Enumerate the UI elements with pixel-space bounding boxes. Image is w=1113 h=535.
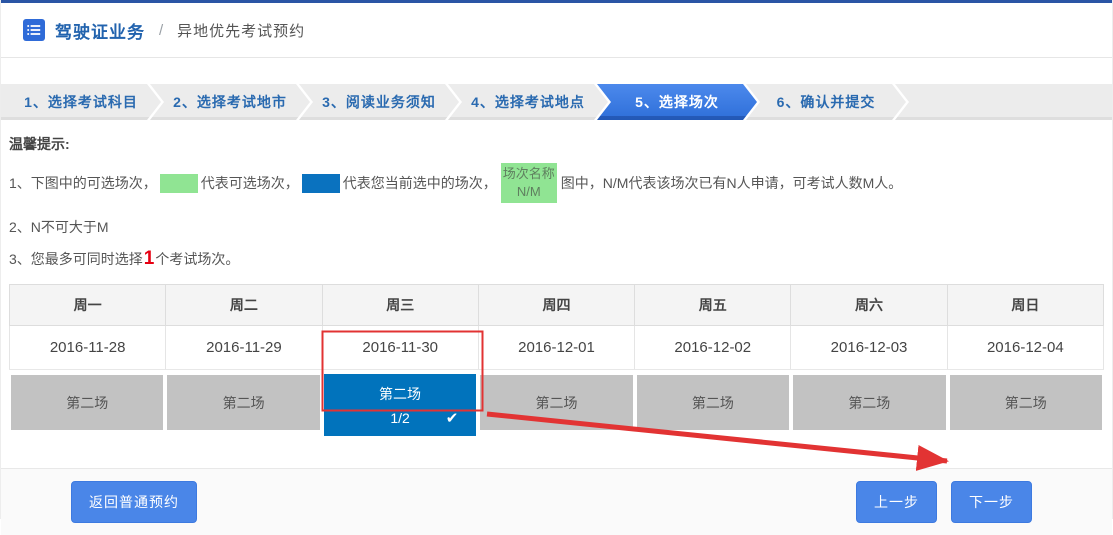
tip-line-2: 2、N不可大于M: [9, 217, 1104, 237]
step-tab-1[interactable]: 1、选择考试科目: [1, 84, 161, 120]
max-sessions-number: 1: [143, 248, 156, 269]
tip1-text-d: 图中，N/M代表该场次已有N人申请，可考试人数M人。: [561, 173, 902, 193]
step-tab-3[interactable]: 3、阅读业务须知: [299, 84, 459, 120]
legend-box-name: 场次名称: [503, 165, 555, 183]
session-block[interactable]: 第二场: [950, 375, 1102, 430]
session-block[interactable]: 第二场: [11, 375, 163, 430]
list-icon: [23, 19, 45, 41]
step-tab-4[interactable]: 4、选择考试地点: [448, 84, 608, 120]
weekday-header: 周三: [323, 284, 479, 326]
breadcrumb-section[interactable]: 驾驶证业务: [55, 18, 145, 43]
step-tabs: 1、选择考试科目 2、选择考试地市 3、阅读业务须知 4、选择考试地点 5、选择…: [1, 84, 1112, 120]
tip1-text-c: 代表您当前选中的场次，: [343, 173, 497, 193]
page: 驾驶证业务 / 异地优先考试预约 1、选择考试科目 2、选择考试地市 3、阅读业…: [0, 0, 1113, 519]
footer-right-buttons: 上一步 下一步: [856, 481, 1032, 523]
weekday-header: 周一: [9, 284, 166, 326]
tips-heading: 温馨提示:: [9, 134, 1104, 154]
weekday-header: 周日: [948, 284, 1104, 326]
session-cell-sun[interactable]: 第二场: [948, 370, 1104, 432]
checkmark-icon: ✔: [446, 409, 459, 427]
date-cell: 2016-12-04: [948, 326, 1104, 370]
tip1-text-a: 1、下图中的可选场次，: [9, 173, 157, 193]
session-cell-tue[interactable]: 第二场: [165, 370, 321, 432]
session-block[interactable]: 第二场: [480, 375, 632, 430]
available-session-swatch: [160, 174, 198, 193]
breadcrumb-separator: /: [159, 22, 163, 39]
session-legend-box: 场次名称 N/M: [501, 163, 557, 203]
step-tab-5-active[interactable]: 5、选择场次: [597, 84, 757, 120]
tip1-text-b: 代表可选场次，: [201, 173, 299, 193]
tip3-prefix: 3、您最多可同时选择: [9, 251, 143, 267]
step-tab-2[interactable]: 2、选择考试地市: [150, 84, 310, 120]
tip3-suffix: 个考试场次。: [155, 251, 239, 267]
step-tab-6[interactable]: 6、确认并提交: [746, 84, 906, 120]
date-cell: 2016-11-30: [323, 326, 479, 370]
tip-line-3: 3、您最多可同时选择1个考试场次。: [9, 248, 1104, 270]
session-cell-mon[interactable]: 第二场: [9, 370, 165, 432]
date-cell: 2016-11-28: [9, 326, 166, 370]
session-schedule-table: 周一 周二 周三 周四 周五 周六 周日 2016-11-28 2016-11-…: [9, 284, 1104, 432]
session-row: 第二场 第二场 第二场 1/2 ✔ 第二场 第二场: [9, 370, 1104, 432]
session-cell-thu[interactable]: 第二场: [478, 370, 634, 432]
selected-session-count: 1/2: [390, 410, 409, 426]
date-row: 2016-11-28 2016-11-29 2016-11-30 2016-12…: [9, 326, 1104, 370]
session-block[interactable]: 第二场: [793, 375, 945, 430]
session-cell-sat[interactable]: 第二场: [791, 370, 947, 432]
date-cell: 2016-11-29: [166, 326, 322, 370]
session-block[interactable]: 第二场: [637, 375, 789, 430]
session-block[interactable]: 第二场: [167, 375, 319, 430]
previous-step-button[interactable]: 上一步: [856, 481, 937, 523]
step-tabs-filler: [895, 84, 1112, 120]
weekday-header: 周六: [791, 284, 947, 326]
weekday-header-row: 周一 周二 周三 周四 周五 周六 周日: [9, 284, 1104, 326]
weekday-header: 周五: [635, 284, 791, 326]
selected-session-name: 第二场: [379, 384, 421, 404]
selected-session-swatch: [302, 174, 340, 193]
weekday-header: 周二: [166, 284, 322, 326]
date-cell: 2016-12-02: [635, 326, 791, 370]
session-cell-fri[interactable]: 第二场: [635, 370, 791, 432]
return-normal-booking-button[interactable]: 返回普通预约: [71, 481, 197, 523]
weekday-header: 周四: [479, 284, 635, 326]
page-header: 驾驶证业务 / 异地优先考试预约: [1, 3, 1112, 58]
session-cell-wed-selected[interactable]: 第二场 1/2 ✔: [322, 370, 478, 432]
tips-section: 温馨提示: 1、下图中的可选场次， 代表可选场次， 代表您当前选中的场次， 场次…: [1, 120, 1112, 270]
date-cell: 2016-12-01: [479, 326, 635, 370]
date-cell: 2016-12-03: [791, 326, 947, 370]
page-title: 异地优先考试预约: [177, 20, 305, 41]
footer-bar: 返回普通预约 上一步 下一步: [1, 468, 1112, 535]
legend-box-ratio: N/M: [517, 183, 541, 201]
selected-session-block[interactable]: 第二场 1/2 ✔: [324, 374, 476, 436]
selected-session-countline: 1/2 ✔: [324, 410, 476, 426]
next-step-button[interactable]: 下一步: [951, 481, 1032, 523]
tip-line-1: 1、下图中的可选场次， 代表可选场次， 代表您当前选中的场次， 场次名称 N/M…: [9, 163, 1104, 203]
